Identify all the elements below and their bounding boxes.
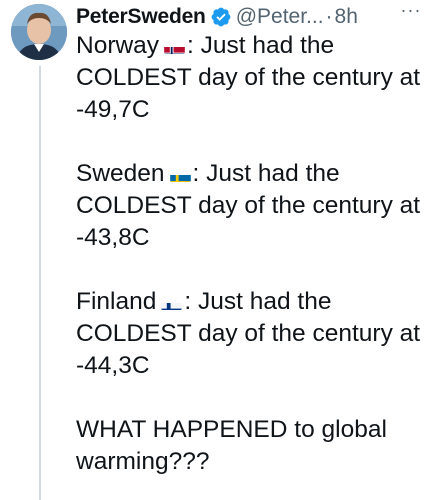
avatar[interactable]: [11, 4, 67, 60]
finland-flag-icon: [161, 295, 183, 310]
country-name: Sweden: [76, 160, 165, 187]
tweet-header: PeterSweden @Peter... · 8h ···: [76, 0, 428, 32]
paragraph-finland: Finland: Just had the COLDEST day of the…: [76, 286, 426, 382]
norway-flag-icon: [164, 39, 185, 54]
timestamp[interactable]: 8h: [335, 5, 358, 29]
verified-badge-icon: [210, 6, 232, 28]
paragraph-closing: WHAT HAPPENED to global warming???: [76, 416, 387, 475]
sweden-flag-icon: [169, 167, 191, 182]
paragraph-sweden: Sweden: Just had the COLDEST day of the …: [76, 158, 426, 254]
separator-dot: ·: [325, 5, 333, 28]
country-name: Finland: [76, 288, 157, 315]
country-name: Norway: [76, 32, 160, 59]
author-handle[interactable]: @Peter...: [236, 5, 324, 29]
avatar-image: [11, 4, 67, 60]
thread-line: [39, 66, 41, 500]
tweet-text: Norway: Just had the COLDEST day of the …: [76, 30, 426, 478]
tweet: PeterSweden @Peter... · 8h ··· Norway: J…: [0, 0, 434, 500]
paragraph-norway: Norway: Just had the COLDEST day of the …: [76, 30, 426, 126]
author-name[interactable]: PeterSweden: [76, 5, 206, 29]
more-options-icon[interactable]: ···: [396, 0, 426, 21]
